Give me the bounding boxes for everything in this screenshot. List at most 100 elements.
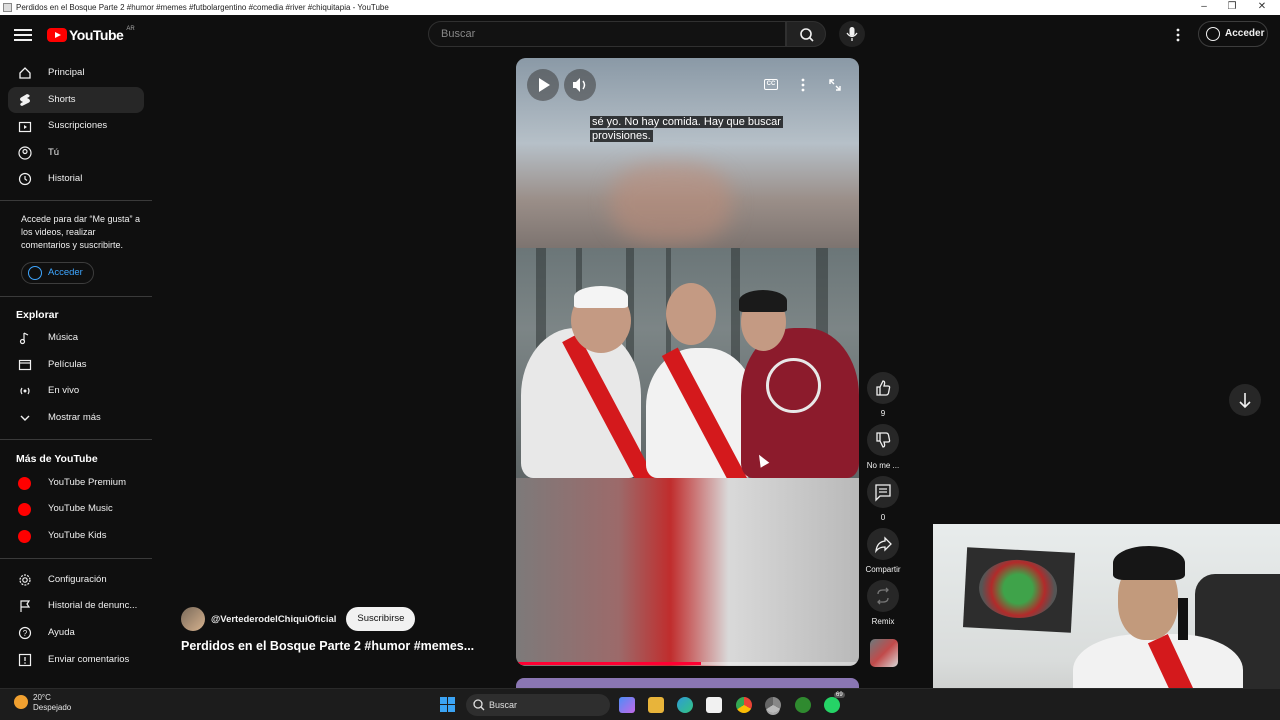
- video-frame-bottom: [516, 478, 859, 666]
- remix-label: Remix: [871, 617, 895, 626]
- sidebar-divider: [0, 558, 152, 559]
- sidebar-item-en-vivo[interactable]: En vivo: [8, 378, 144, 404]
- sidebar-item-principal[interactable]: Principal: [8, 60, 144, 86]
- arrow-down-icon: [1239, 393, 1251, 409]
- weather-widget[interactable]: 20°C Despejado: [14, 693, 71, 713]
- weather-icon: [14, 695, 28, 709]
- xbox-icon[interactable]: [795, 697, 811, 713]
- remix-action[interactable]: Remix: [864, 580, 902, 626]
- svg-text:?: ?: [23, 629, 28, 638]
- sidebar-item-peliculas[interactable]: Películas: [8, 352, 144, 378]
- windows-start-icon[interactable]: [440, 697, 456, 713]
- youtube-play-icon: [47, 28, 67, 42]
- menu-icon[interactable]: [14, 26, 32, 44]
- like-count: 9: [880, 409, 886, 418]
- close-button[interactable]: ✕: [1248, 0, 1276, 15]
- search-icon: [800, 28, 814, 42]
- signin-button[interactable]: Acceder: [1198, 21, 1268, 47]
- movies-icon: [18, 359, 32, 371]
- shorts-icon: [20, 94, 30, 106]
- search-input[interactable]: Buscar: [428, 21, 786, 47]
- search-icon: [473, 699, 485, 711]
- share-icon: [875, 536, 892, 554]
- play-button[interactable]: [527, 69, 559, 101]
- fullscreen-button[interactable]: [819, 69, 851, 101]
- more-options-button[interactable]: [787, 69, 819, 101]
- windows-taskbar: 20°C Despejado Buscar 69: [0, 688, 1280, 720]
- search-button[interactable]: [786, 21, 826, 47]
- video-progress-bar[interactable]: [516, 662, 859, 665]
- wall-poster: [962, 547, 1076, 633]
- sidebar-divider: [0, 296, 152, 297]
- comment-count: 0: [880, 513, 886, 522]
- store-icon[interactable]: [706, 697, 722, 713]
- subscribe-button[interactable]: Suscribirse: [346, 607, 416, 631]
- dislike-action[interactable]: No me ...: [864, 424, 902, 470]
- whatsapp-icon[interactable]: 69: [824, 692, 845, 713]
- comment-icon: [875, 484, 891, 502]
- video-title[interactable]: Perdidos en el Bosque Parte 2 #humor #me…: [181, 639, 491, 653]
- dislike-label: No me ...: [866, 461, 900, 470]
- more-from-youtube-heading: Más de YouTube: [16, 453, 98, 465]
- sidebar-item-historial-denuncias[interactable]: Historial de denunc...: [8, 593, 144, 619]
- channel-avatar[interactable]: [181, 607, 205, 631]
- account-icon: [1206, 27, 1220, 41]
- sidebar-item-shorts[interactable]: Shorts: [8, 87, 144, 113]
- sidebar-item-tu[interactable]: Tú: [8, 140, 144, 166]
- minimize-button[interactable]: –: [1190, 0, 1218, 15]
- share-action[interactable]: Compartir: [864, 528, 902, 574]
- sidebar-item-historial[interactable]: Historial: [8, 166, 144, 192]
- thumbs-up-icon: [876, 380, 891, 396]
- video-frame-main: [516, 248, 859, 493]
- thumbs-down-icon: [876, 432, 891, 448]
- copilot-icon[interactable]: [619, 697, 635, 713]
- sidebar: Principal Shorts Suscripciones Tú Histor…: [0, 55, 158, 685]
- streamer-cap: [1113, 546, 1185, 580]
- channel-name[interactable]: @VertederodelChiquiOficial: [211, 614, 336, 625]
- window-titlebar: Perdidos en el Bosque Parte 2 #humor #me…: [0, 0, 1280, 15]
- captions-button[interactable]: CC: [755, 69, 787, 101]
- edge-icon[interactable]: [677, 697, 693, 713]
- sidebar-item-configuracion[interactable]: Configuración: [8, 567, 144, 593]
- file-explorer-icon[interactable]: [648, 697, 664, 713]
- settings-menu-icon[interactable]: [1172, 26, 1184, 44]
- whatsapp-badge: 69: [834, 692, 845, 698]
- youtube-kids-icon: [18, 530, 31, 543]
- youtube-logo[interactable]: YouTube AR: [47, 26, 135, 44]
- voice-search-button[interactable]: [839, 21, 865, 47]
- channel-row: @VertederodelChiquiOficial Suscribirse: [181, 607, 416, 631]
- maximize-button[interactable]: ❐: [1218, 0, 1246, 15]
- window-title: Perdidos en el Bosque Parte 2 #humor #me…: [16, 3, 389, 12]
- sidebar-signin-button[interactable]: Acceder: [21, 262, 94, 284]
- live-icon: [20, 387, 30, 395]
- sidebar-item-enviar-comentarios[interactable]: Enviar comentarios: [8, 647, 144, 673]
- sidebar-item-suscripciones[interactable]: Suscripciones: [8, 113, 144, 139]
- sidebar-item-musica[interactable]: Música: [8, 325, 144, 351]
- chrome-icon[interactable]: [736, 697, 752, 713]
- app-icon: [3, 3, 12, 12]
- youtube-premium-icon: [18, 477, 31, 490]
- sound-thumbnail[interactable]: [870, 639, 898, 667]
- sidebar-item-youtube-music[interactable]: YouTube Music: [8, 496, 144, 522]
- sidebar-item-ayuda[interactable]: ? Ayuda: [8, 620, 144, 646]
- masthead: YouTube AR Buscar Acceder: [0, 15, 1280, 55]
- history-icon: [18, 172, 32, 186]
- signin-hint: Accede para dar “Me gusta” a los videos,…: [21, 214, 141, 250]
- like-action[interactable]: 9: [864, 372, 902, 418]
- sidebar-divider: [0, 200, 152, 201]
- play-icon: [539, 78, 550, 92]
- next-video-button[interactable]: [1229, 384, 1261, 416]
- comments-action[interactable]: 0: [864, 476, 902, 522]
- explore-heading: Explorar: [16, 309, 59, 321]
- gear-icon: [19, 574, 31, 586]
- chrome-active-icon[interactable]: [765, 697, 781, 713]
- mute-button[interactable]: [564, 69, 596, 101]
- sidebar-item-mostrar-mas[interactable]: Mostrar más: [8, 405, 144, 431]
- sidebar-item-youtube-kids[interactable]: YouTube Kids: [8, 523, 144, 549]
- taskbar-search[interactable]: Buscar: [466, 694, 610, 716]
- shorts-video-player[interactable]: CC sé yo. No hay comida. Hay que buscar …: [516, 58, 859, 666]
- fullscreen-icon: [829, 79, 841, 91]
- sidebar-item-youtube-premium[interactable]: YouTube Premium: [8, 470, 144, 496]
- help-icon: ?: [18, 626, 32, 640]
- volume-icon: [573, 78, 586, 92]
